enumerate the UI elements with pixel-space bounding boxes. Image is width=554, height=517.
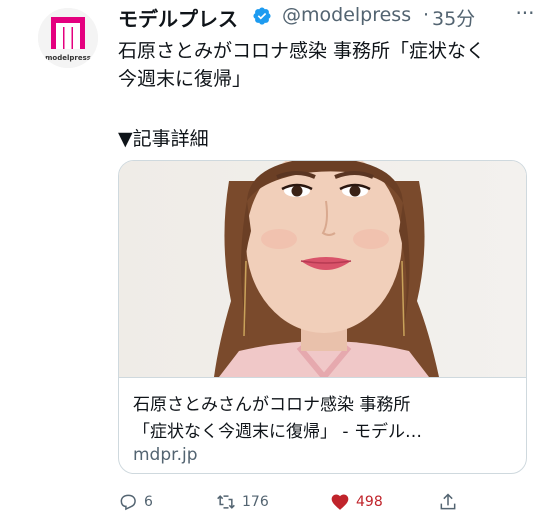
heart-icon [331, 494, 349, 510]
verified-badge-icon [253, 7, 271, 25]
tweet-text-line-1: 石原さとみがコロナ感染 事務所「症状なく [118, 40, 486, 62]
share-icon [440, 493, 456, 510]
avatar[interactable]: modelpress [38, 8, 98, 68]
more-options-icon[interactable]: ··· [510, 3, 540, 29]
tweet-text-line-3: ▼記事詳細 [118, 128, 209, 150]
card-image[interactable] [119, 161, 526, 377]
reply-button[interactable]: 6 [118, 490, 153, 514]
timestamp[interactable]: 35分 [432, 4, 475, 31]
card-title-line-2[interactable]: 「症状なく今週末に復帰」 - モデル… [133, 417, 422, 442]
card-divider [119, 377, 526, 378]
author-handle[interactable]: @modelpress [282, 4, 411, 26]
reply-icon [120, 494, 136, 511]
share-button[interactable] [438, 490, 458, 514]
author-name[interactable]: モデルプレス [118, 3, 238, 32]
like-button[interactable]: 498 [330, 490, 383, 514]
retweet-button[interactable]: 176 [216, 490, 269, 514]
card-title-line-1[interactable]: 石原さとみさんがコロナ感染 事務所 [133, 390, 410, 415]
tweet-header: モデルプレス @modelpress · 35分 ··· [118, 3, 540, 32]
tweet-actions: 6 176 498 [118, 490, 538, 514]
tweet-text-line-2: 今週末に復帰」 [118, 68, 252, 90]
like-count: 498 [356, 494, 383, 510]
link-card[interactable]: 石原さとみさんがコロナ感染 事務所 「症状なく今週末に復帰」 - モデル… md… [118, 160, 527, 474]
card-domain[interactable]: mdpr.jp [133, 445, 198, 465]
modelpress-logo: modelpress [38, 8, 98, 68]
retweet-count: 176 [242, 494, 269, 510]
reply-count: 6 [144, 494, 153, 510]
retweet-icon [217, 495, 235, 509]
logo-text: modelpress [45, 54, 91, 62]
separator-dot: · [423, 4, 430, 26]
portrait-photo [119, 161, 526, 377]
